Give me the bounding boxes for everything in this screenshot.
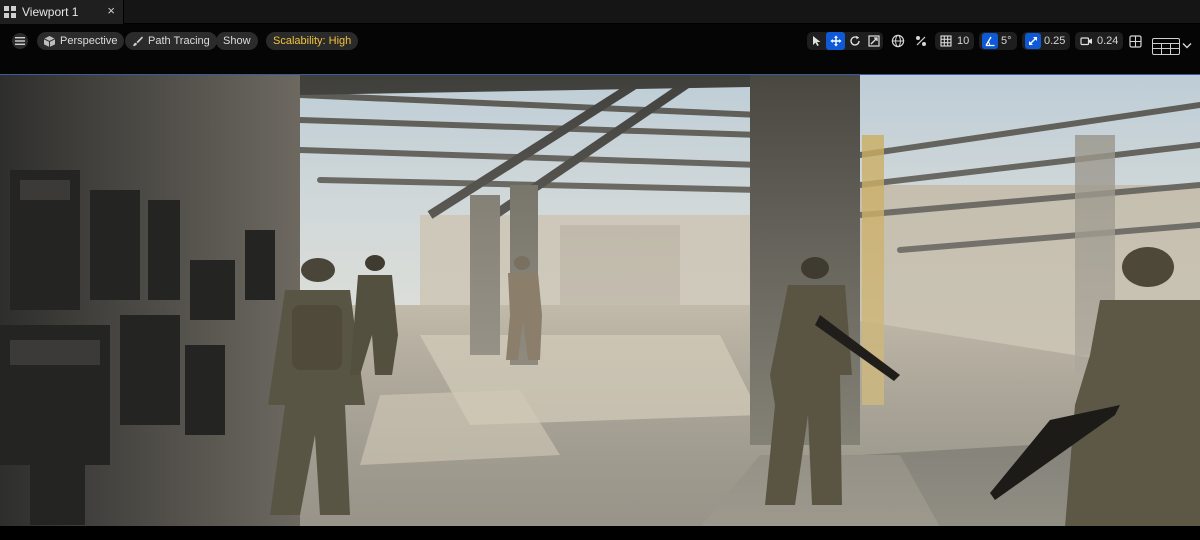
- view-mode-button[interactable]: Path Tracing: [125, 32, 217, 50]
- scale-snap-icon: [1025, 33, 1041, 49]
- angle-icon: [982, 33, 998, 49]
- viewport-scene[interactable]: [0, 74, 1200, 526]
- grid-icon: [938, 33, 954, 49]
- maximize-icon[interactable]: [1126, 32, 1144, 50]
- chevron-down-icon[interactable]: [1181, 39, 1193, 51]
- tab-title: Viewport 1: [22, 5, 79, 19]
- viewport-toolbar: Perspective Path Tracing Show Scalabilit…: [0, 24, 1200, 74]
- rotation-snap-value: 5°: [1001, 35, 1012, 47]
- move-icon[interactable]: [826, 32, 845, 50]
- rotation-snap-button[interactable]: 5°: [979, 32, 1017, 50]
- view-mode-label: Path Tracing: [148, 35, 210, 47]
- scene-render: [0, 75, 1200, 526]
- surface-snap-icon[interactable]: [912, 32, 930, 50]
- camera-icon: [1078, 33, 1094, 49]
- hamburger-icon[interactable]: [12, 33, 28, 49]
- viewport-bottom-bar: [0, 526, 1200, 540]
- scalability-label: Scalability: High: [273, 35, 352, 47]
- scale-icon[interactable]: [864, 32, 883, 50]
- grid-snap-value: 10: [957, 35, 970, 47]
- perspective-button[interactable]: Perspective: [37, 32, 125, 50]
- scale-snap-button[interactable]: 0.25: [1022, 32, 1071, 50]
- viewport-grid-icon: [4, 6, 16, 18]
- perspective-label: Perspective: [60, 35, 118, 47]
- scalability-button[interactable]: Scalability: High: [266, 32, 359, 50]
- show-label: Show: [223, 35, 251, 47]
- rotate-icon[interactable]: [845, 32, 864, 50]
- transform-tools: [807, 32, 883, 50]
- viewport-layout-icon[interactable]: [1152, 38, 1180, 55]
- tab-viewport-1[interactable]: Viewport 1 ×: [0, 0, 124, 24]
- globe-icon[interactable]: [889, 32, 907, 50]
- close-icon[interactable]: ×: [107, 4, 115, 18]
- camera-speed-button[interactable]: 0.24: [1075, 32, 1124, 50]
- scale-snap-value: 0.25: [1044, 35, 1066, 47]
- select-icon[interactable]: [807, 32, 826, 50]
- cube-icon: [42, 34, 56, 48]
- editor-window: Viewport 1 × Perspective Path Tracing Sh…: [0, 0, 1200, 540]
- tab-bar: Viewport 1 ×: [0, 0, 1200, 24]
- show-button[interactable]: Show: [216, 32, 258, 50]
- camera-speed-value: 0.24: [1097, 35, 1119, 47]
- brush-icon: [130, 34, 144, 48]
- grid-snap-button[interactable]: 10: [935, 32, 975, 50]
